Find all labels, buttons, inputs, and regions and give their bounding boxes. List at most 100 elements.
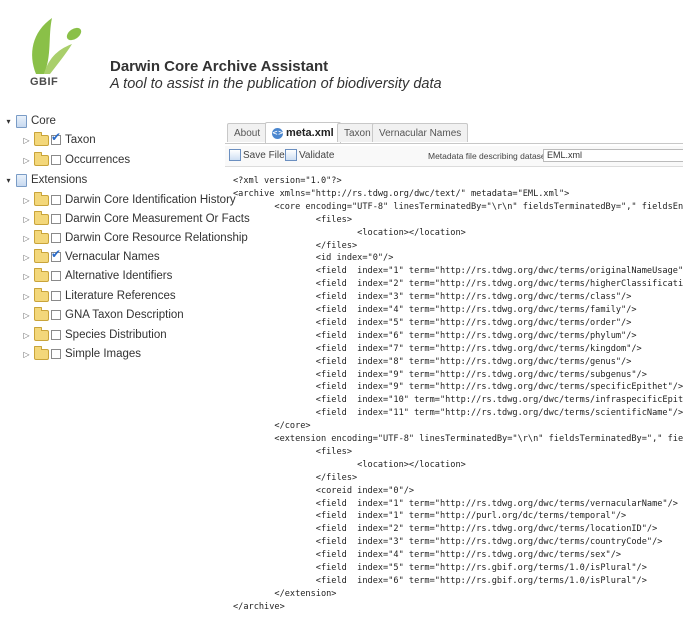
code-line: <field index="1" term="http://rs.tdwg.or… [233, 266, 683, 277]
tree-node-core[interactable]: ▾ Core [4, 112, 56, 130]
code-line: <field index="5" term="http://rs.tdwg.or… [233, 317, 632, 328]
folder-icon [34, 345, 49, 360]
folder-icon [34, 131, 49, 146]
metadata-file-input[interactable]: EML.xml [543, 149, 683, 162]
expand-icon[interactable]: ▷ [22, 311, 31, 320]
code-line: <archive xmlns="http://rs.tdwg.org/dwc/t… [233, 188, 570, 199]
folder-icon [34, 151, 49, 166]
extension-checkbox[interactable] [51, 214, 61, 224]
metadata-label: Metadata file describing dataset: [428, 151, 551, 161]
expand-icon[interactable]: ▷ [22, 234, 31, 243]
code-line: </files> [233, 472, 358, 483]
code-line: <files> [233, 446, 352, 457]
expand-icon[interactable]: ▷ [22, 215, 31, 224]
tree-node-vernacular-names[interactable]: ▷ Vernacular Names [22, 247, 159, 266]
expand-icon[interactable]: ▷ [22, 156, 31, 165]
tree-node-label: Occurrences [65, 154, 131, 166]
validate-button[interactable]: Validate [285, 149, 334, 161]
code-line: <field index="4" term="http://rs.tdwg.or… [233, 305, 637, 315]
tree-node-label: Darwin Core Resource Relationship [65, 232, 248, 244]
tab-bar: About <> meta.xml Taxon Vernacular Names [225, 121, 683, 144]
extension-checkbox[interactable] [51, 310, 61, 320]
code-line: <field index="4" term="http://rs.tdwg.or… [233, 550, 622, 561]
extension-checkbox[interactable] [51, 195, 61, 205]
tab-label: meta.xml [286, 127, 334, 139]
code-line: <field index="5" term="http://rs.gbif.or… [233, 563, 647, 573]
folder-icon [34, 229, 49, 244]
expand-icon[interactable]: ▾ [4, 117, 13, 126]
tree-node-label: GNA Taxon Description [65, 309, 184, 321]
code-line: </files> [233, 240, 358, 251]
tree-node-label: Simple Images [65, 348, 142, 360]
tree-node-gna-taxon-description[interactable]: ▷ GNA Taxon Description [22, 306, 184, 324]
app-title: Darwin Core Archive Assistant [110, 58, 329, 75]
code-line: <field index="2" term="http://rs.tdwg.or… [233, 524, 658, 535]
tree-node-label: Core [31, 115, 56, 127]
editor-panel: About <> meta.xml Taxon Vernacular Names… [225, 118, 683, 623]
extension-checkbox[interactable] [51, 233, 61, 243]
expand-icon[interactable]: ▷ [22, 253, 31, 262]
tree-node-literature-references[interactable]: ▷ Literature References [22, 287, 176, 305]
folder-icon [34, 210, 49, 225]
tree-node-alternative-identifiers[interactable]: ▷ Alternative Identifiers [22, 267, 172, 285]
expand-icon[interactable]: ▷ [22, 350, 31, 359]
tree-node-species-distribution[interactable]: ▷ Species Distribution [22, 326, 167, 344]
tab-meta-xml[interactable]: <> meta.xml [265, 122, 341, 143]
app-header: GBIF Darwin Core Archive Assistant A too… [0, 0, 683, 108]
tree-node-label: Extensions [31, 174, 88, 186]
code-line: <location></location> [233, 227, 466, 238]
expand-icon[interactable]: ▷ [22, 331, 31, 340]
code-line: <field index="3" term="http://rs.tdwg.or… [233, 292, 632, 303]
tab-about[interactable]: About [227, 123, 268, 142]
code-line: <field index="1" term="http://rs.tdwg.or… [233, 498, 678, 509]
taxon-checkbox[interactable] [51, 130, 61, 145]
tree-node-measurement-or-facts[interactable]: ▷ Darwin Core Measurement Or Facts [22, 210, 250, 228]
code-line: <field index="8" term="http://rs.tdwg.or… [233, 356, 632, 367]
expand-icon[interactable]: ▾ [4, 176, 13, 185]
save-file-label: Save File [243, 149, 285, 161]
folder-icon [34, 267, 49, 282]
xml-icon: <> [272, 127, 284, 139]
extension-checkbox[interactable] [51, 291, 61, 301]
tree-node-occurrences[interactable]: ▷ Occurrences [22, 151, 130, 169]
extension-checkbox[interactable] [51, 271, 61, 281]
code-line: <files> [233, 214, 352, 225]
code-line: <field index="9" term="http://rs.tdwg.or… [233, 382, 683, 393]
code-line: <field index="2" term="http://rs.tdwg.or… [233, 279, 683, 290]
tree-node-simple-images[interactable]: ▷ Simple Images [22, 345, 141, 363]
tree-node-label: Darwin Core Identification History [65, 194, 236, 206]
tab-label: Taxon [344, 127, 371, 139]
tree-node-label: Literature References [65, 290, 176, 302]
code-line: <field index="7" term="http://rs.tdwg.or… [233, 343, 642, 354]
expand-icon[interactable]: ▷ [22, 196, 31, 205]
expand-icon[interactable]: ▷ [22, 292, 31, 301]
toolbar: Save File Validate Metadata file describ… [225, 146, 683, 167]
tree-node-identification-history[interactable]: ▷ Darwin Core Identification History [22, 191, 236, 209]
tree-node-resource-relationship[interactable]: ▷ Darwin Core Resource Relationship [22, 229, 248, 247]
code-line: <location></location> [233, 459, 466, 470]
folder-icon [34, 248, 49, 263]
expand-icon[interactable]: ▷ [22, 272, 31, 281]
validate-icon [285, 149, 297, 161]
vernacular-names-checkbox[interactable] [51, 247, 61, 262]
xml-code-view[interactable]: <?xml version="1.0"?> <archive xmlns="htt… [233, 176, 683, 626]
occurrences-checkbox[interactable] [51, 155, 61, 165]
save-file-button[interactable]: Save File [229, 149, 285, 161]
code-line: <field index="1" term="http://purl.org/d… [233, 511, 627, 522]
folder-icon [34, 306, 49, 321]
tree-node-taxon[interactable]: ▷ Taxon [22, 130, 96, 149]
extension-checkbox[interactable] [51, 349, 61, 359]
code-line: <id index="0"/> [233, 253, 394, 264]
code-line: <field index="11" term="http://rs.tdwg.o… [233, 408, 683, 419]
extension-checkbox[interactable] [51, 330, 61, 340]
folder-icon [34, 287, 49, 302]
tree-node-extensions[interactable]: ▾ Extensions [4, 171, 87, 189]
code-line: </core> [233, 421, 311, 432]
folder-icon [34, 191, 49, 206]
validate-label: Validate [299, 149, 335, 161]
code-line: </extension> [233, 588, 337, 599]
tab-vernacular-names[interactable]: Vernacular Names [372, 123, 469, 142]
tree-node-label: Taxon [65, 134, 96, 146]
expand-icon[interactable]: ▷ [22, 136, 31, 145]
code-line: <field index="9" term="http://rs.tdwg.or… [233, 369, 647, 380]
